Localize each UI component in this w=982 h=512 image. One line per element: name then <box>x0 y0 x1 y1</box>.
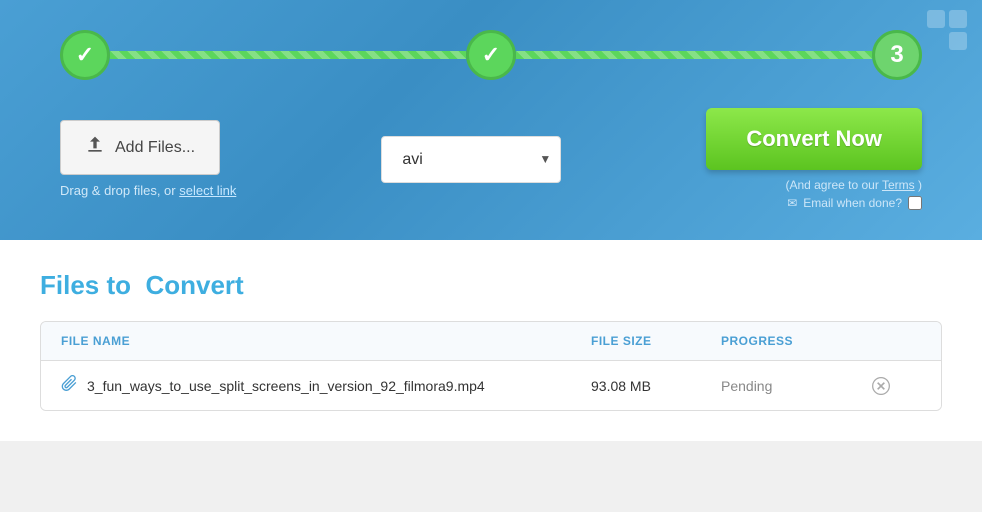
format-select[interactable]: avi mp4 mkv mov wmv flv webm mpeg <box>381 136 561 183</box>
add-files-section: Add Files... Drag & drop files, or selec… <box>60 120 236 198</box>
add-files-button[interactable]: Add Files... <box>60 120 220 175</box>
section-title-highlight: Convert <box>145 270 243 300</box>
remove-cell <box>871 376 921 396</box>
email-checkbox[interactable] <box>908 196 922 210</box>
terms-text: (And agree to our Terms ) <box>785 178 922 192</box>
select-wrapper: avi mp4 mkv mov wmv flv webm mpeg ▼ <box>381 136 561 183</box>
terms-link[interactable]: Terms <box>882 178 915 192</box>
step-line-2 <box>516 51 872 59</box>
col-header-filename: FILE NAME <box>61 334 591 348</box>
table-row: 3_fun_ways_to_use_split_screens_in_versi… <box>41 361 941 410</box>
remove-file-button[interactable] <box>871 376 891 396</box>
section-title: Files to Convert <box>40 270 942 301</box>
upload-icon <box>85 135 105 160</box>
corner-decoration <box>927 10 967 55</box>
convert-section: Convert Now (And agree to our Terms ) ✉ … <box>706 108 922 210</box>
step-line-1 <box>110 51 466 59</box>
controls-row: Add Files... Drag & drop files, or selec… <box>60 108 922 210</box>
banner: ✓ ✓ 3 Add Files... Drag & dro <box>0 0 982 240</box>
step-2: ✓ <box>466 30 516 80</box>
step-2-label: ✓ <box>482 42 500 68</box>
format-select-wrap: avi mp4 mkv mov wmv flv webm mpeg ▼ <box>381 136 561 183</box>
files-table: FILE NAME FILE SIZE PROGRESS 3_fun_ways_… <box>40 321 942 411</box>
file-name-cell: 3_fun_ways_to_use_split_screens_in_versi… <box>61 375 591 396</box>
steps-progress: ✓ ✓ 3 <box>60 30 922 80</box>
email-row: ✉ Email when done? <box>787 196 922 210</box>
select-link[interactable]: select link <box>179 183 236 198</box>
step-3-label: 3 <box>890 41 903 69</box>
main-content: Files to Convert FILE NAME FILE SIZE PRO… <box>0 240 982 441</box>
col-header-progress: PROGRESS <box>721 334 871 348</box>
col-header-actions <box>871 334 921 348</box>
step-1: ✓ <box>60 30 110 80</box>
table-header: FILE NAME FILE SIZE PROGRESS <box>41 322 941 361</box>
paperclip-icon <box>61 375 77 396</box>
add-files-label: Add Files... <box>115 139 195 157</box>
email-icon: ✉ <box>787 196 797 210</box>
step-1-label: ✓ <box>76 42 94 68</box>
file-size: 93.08 MB <box>591 378 721 394</box>
drag-drop-text: Drag & drop files, or select link <box>60 183 236 198</box>
step-3: 3 <box>872 30 922 80</box>
convert-now-button[interactable]: Convert Now <box>706 108 922 170</box>
col-header-filesize: FILE SIZE <box>591 334 721 348</box>
file-name: 3_fun_ways_to_use_split_screens_in_versi… <box>87 378 485 394</box>
section-title-plain: Files to <box>40 270 131 300</box>
progress-status: Pending <box>721 378 871 394</box>
email-label: Email when done? <box>803 196 902 210</box>
